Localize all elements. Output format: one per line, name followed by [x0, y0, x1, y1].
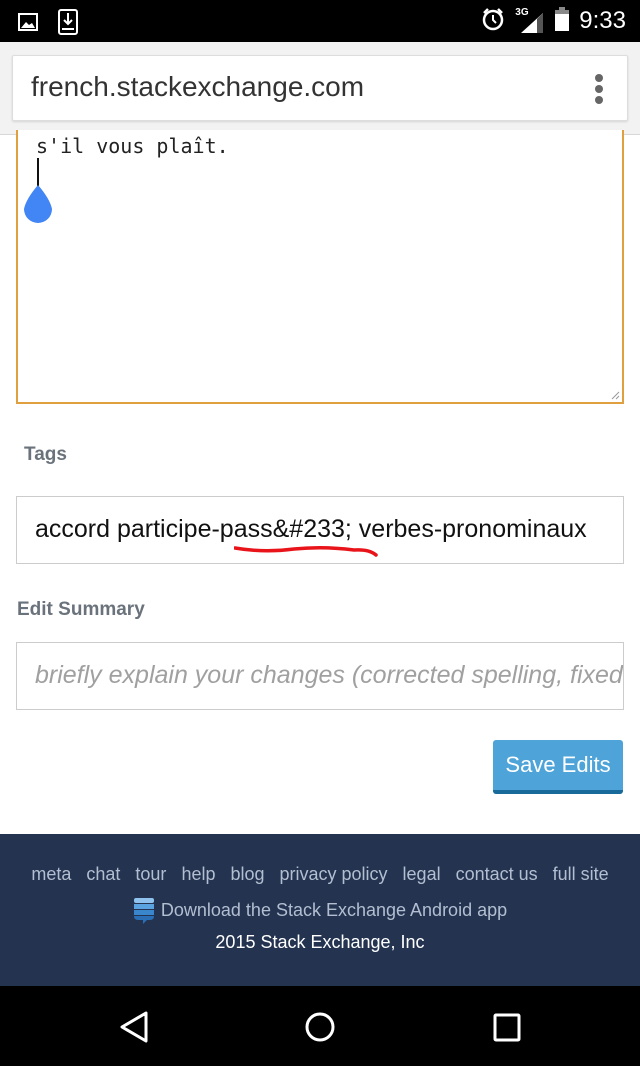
download-icon — [58, 9, 78, 40]
red-underline-annotation — [234, 545, 378, 557]
footer-link-meta[interactable]: meta — [31, 864, 71, 885]
post-body-textarea[interactable]: s'il vous plaît. — [16, 130, 624, 404]
battery-icon — [555, 6, 570, 36]
copyright: 2015 Stack Exchange, Inc — [215, 932, 425, 952]
browser-toolbar: french.stackexchange.com — [0, 42, 640, 135]
tags-label: Tags — [24, 444, 67, 465]
android-navigation-bar — [0, 986, 640, 1066]
stack-exchange-app-icon — [133, 898, 154, 924]
tags-value[interactable]: accord participe-pass&#233; verbes-prono… — [35, 515, 587, 544]
address-bar[interactable]: french.stackexchange.com — [12, 55, 628, 121]
footer-link-help[interactable]: help — [181, 864, 215, 885]
home-icon[interactable] — [304, 1010, 336, 1044]
footer-link-contact-us[interactable]: contact us — [456, 864, 538, 885]
footer-link-legal[interactable]: legal — [403, 864, 441, 885]
status-bar: 3G 9:33 — [0, 0, 640, 42]
footer-link-chat[interactable]: chat — [86, 864, 120, 885]
footer-link-blog[interactable]: blog — [230, 864, 264, 885]
android-app-link[interactable]: Download the Stack Exchange Android app — [0, 896, 640, 924]
edit-summary-label: Edit Summary — [17, 599, 145, 620]
post-body-text[interactable]: s'il vous plaît. — [36, 134, 229, 158]
back-icon[interactable] — [118, 1010, 150, 1044]
recents-icon[interactable] — [492, 1010, 522, 1044]
site-footer: meta chat tour help blog privacy policy … — [0, 834, 640, 986]
edit-summary-input[interactable]: briefly explain your changes (corrected … — [16, 642, 624, 710]
footer-link-full-site[interactable]: full site — [553, 864, 609, 885]
alarm-icon — [481, 7, 505, 36]
image-icon — [18, 13, 38, 36]
footer-link-tour[interactable]: tour — [135, 864, 166, 885]
overflow-menu-icon[interactable] — [595, 74, 603, 104]
footer-links: meta chat tour help blog privacy policy … — [0, 864, 640, 885]
clock: 9:33 — [579, 7, 626, 34]
edit-summary-placeholder[interactable]: briefly explain your changes (corrected … — [35, 661, 623, 690]
save-edits-button[interactable]: Save Edits — [493, 740, 623, 794]
resize-grip-icon[interactable] — [610, 390, 620, 400]
footer-link-privacy-policy[interactable]: privacy policy — [280, 864, 388, 885]
url-text[interactable]: french.stackexchange.com — [31, 71, 364, 103]
selection-handle-icon[interactable] — [21, 183, 55, 225]
3g-signal-icon: 3G — [515, 7, 545, 33]
android-app-link-text[interactable]: Download the Stack Exchange Android app — [161, 900, 507, 921]
